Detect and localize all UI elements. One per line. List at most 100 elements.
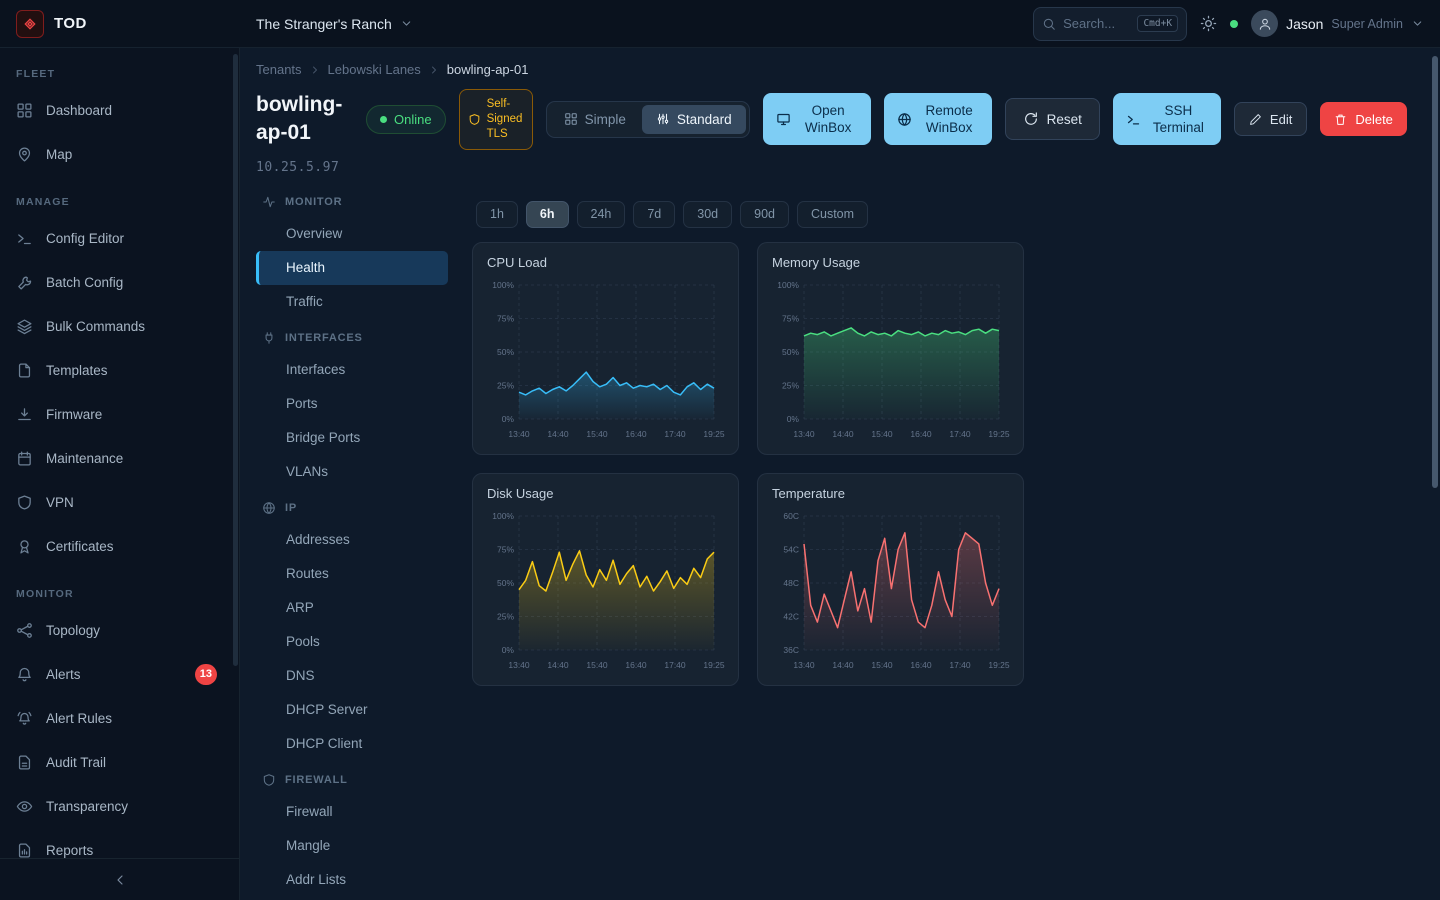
- sidebar-item-certificates[interactable]: Certificates: [0, 524, 239, 568]
- device-nav-dhcp-server[interactable]: DHCP Server: [256, 693, 448, 727]
- section-label: MONITOR: [285, 196, 342, 208]
- sidebar-item-label: VPN: [46, 495, 74, 510]
- user-menu[interactable]: Jason Super Admin: [1251, 10, 1424, 37]
- device-nav-dhcp-client[interactable]: DHCP Client: [256, 727, 448, 761]
- device-nav-section-firewall: FIREWALL: [256, 761, 448, 795]
- sidebar-item-label: Firmware: [46, 407, 102, 422]
- sidebar-item-label: Maintenance: [46, 451, 123, 466]
- remote-winbox-button[interactable]: Remote WinBox: [884, 93, 992, 145]
- sidebar-item-config-editor[interactable]: Config Editor: [0, 216, 239, 260]
- section-label: INTERFACES: [285, 332, 363, 344]
- time-range-custom[interactable]: Custom: [797, 201, 868, 228]
- cpu-load-chart: 100%75%50%25%0%13:4014:4015:4016:4017:40…: [487, 275, 726, 445]
- device-nav-addresses[interactable]: Addresses: [256, 523, 448, 557]
- reset-button[interactable]: Reset: [1005, 98, 1100, 140]
- time-range-6h[interactable]: 6h: [526, 201, 569, 228]
- device-nav-vlans[interactable]: VLANs: [256, 455, 448, 489]
- device-nav-arp[interactable]: ARP: [256, 591, 448, 625]
- sidebar-item-templates[interactable]: Templates: [0, 348, 239, 392]
- time-range-1h[interactable]: 1h: [476, 201, 518, 228]
- memory-usage-chart: 100%75%50%25%0%13:4014:4015:4016:4017:40…: [772, 275, 1011, 445]
- calendar-icon: [16, 450, 33, 467]
- ssh-terminal-button[interactable]: SSH Terminal: [1113, 93, 1221, 145]
- chart-card-disk-usage: Disk Usage 100%75%50%25%0%13:4014:4015:4…: [472, 473, 739, 686]
- time-range-7d[interactable]: 7d: [633, 201, 675, 228]
- main-content: Tenants Lebowski Lanes bowling-ap-01 bow…: [240, 48, 1440, 900]
- sliders-icon: [656, 112, 670, 126]
- sidebar-item-topology[interactable]: Topology: [0, 608, 239, 652]
- device-name: bowling-ap-01: [256, 91, 353, 148]
- connection-status-dot: [1230, 20, 1238, 28]
- sidebar-item-transparency[interactable]: Transparency: [0, 784, 239, 828]
- main-scrollbar[interactable]: [1432, 56, 1438, 488]
- breadcrumb-tenants[interactable]: Tenants: [256, 62, 302, 77]
- device-nav-traffic[interactable]: Traffic: [256, 285, 448, 319]
- sidebar-item-audit-trail[interactable]: Audit Trail: [0, 740, 239, 784]
- sidebar-item-label: Transparency: [46, 799, 128, 814]
- svg-text:15:40: 15:40: [586, 660, 608, 670]
- sidebar-item-firmware[interactable]: Firmware: [0, 392, 239, 436]
- sidebar-item-vpn[interactable]: VPN: [0, 480, 239, 524]
- svg-text:19:25: 19:25: [703, 660, 725, 670]
- device-nav-interfaces[interactable]: Interfaces: [256, 353, 448, 387]
- svg-text:19:25: 19:25: [703, 429, 725, 439]
- chart-title: Disk Usage: [487, 486, 724, 501]
- svg-text:14:40: 14:40: [832, 660, 854, 670]
- open-winbox-button[interactable]: Open WinBox: [763, 93, 871, 145]
- device-nav-firewall[interactable]: Firewall: [256, 795, 448, 829]
- report-icon: [16, 842, 33, 859]
- device-nav-ports[interactable]: Ports: [256, 387, 448, 421]
- device-nav-dns[interactable]: DNS: [256, 659, 448, 693]
- svg-text:15:40: 15:40: [586, 429, 608, 439]
- view-mode-simple[interactable]: Simple: [550, 105, 640, 134]
- tenant-selector[interactable]: The Stranger's Ranch: [256, 16, 413, 32]
- view-mode-toggle: Simple Standard: [546, 101, 750, 138]
- svg-text:75%: 75%: [782, 313, 799, 323]
- device-nav-bridge-ports[interactable]: Bridge Ports: [256, 421, 448, 455]
- svg-text:13:40: 13:40: [793, 429, 815, 439]
- sidebar-item-label: Map: [46, 147, 72, 162]
- chart-card-temperature: Temperature 60C54C48C42C36C13:4014:4015:…: [757, 473, 1024, 686]
- temperature-chart: 60C54C48C42C36C13:4014:4015:4016:4017:40…: [772, 506, 1011, 676]
- edit-button[interactable]: Edit: [1234, 102, 1307, 136]
- device-nav-health[interactable]: Health: [256, 251, 448, 285]
- button-label: Open WinBox: [799, 102, 857, 137]
- search-input[interactable]: [1063, 16, 1130, 31]
- svg-text:19:25: 19:25: [988, 660, 1010, 670]
- app-name: TOD: [54, 15, 87, 32]
- time-range-24h[interactable]: 24h: [577, 201, 626, 228]
- sidebar-item-bulk-commands[interactable]: Bulk Commands: [0, 304, 239, 348]
- map-pin-icon: [16, 146, 33, 163]
- topbar: TOD The Stranger's Ranch Cmd+K Jason Sup…: [0, 0, 1440, 48]
- svg-text:14:40: 14:40: [832, 429, 854, 439]
- device-nav-mangle[interactable]: Mangle: [256, 829, 448, 863]
- sidebar-item-alert-rules[interactable]: Alert Rules: [0, 696, 239, 740]
- time-range-90d[interactable]: 90d: [740, 201, 789, 228]
- button-label: Reset: [1047, 112, 1082, 127]
- sidebar-collapse-button[interactable]: [0, 858, 239, 900]
- sidebar-item-batch-config[interactable]: Batch Config: [0, 260, 239, 304]
- sidebar-item-alerts[interactable]: Alerts13: [0, 652, 239, 696]
- svg-text:17:40: 17:40: [664, 660, 686, 670]
- view-mode-standard[interactable]: Standard: [642, 105, 746, 134]
- sidebar-scrollbar[interactable]: [233, 54, 238, 666]
- status-badge: Online: [366, 105, 446, 134]
- device-nav-addr-lists[interactable]: Addr Lists: [256, 863, 448, 897]
- sidebar-item-map[interactable]: Map: [0, 132, 239, 176]
- device-nav-pools[interactable]: Pools: [256, 625, 448, 659]
- sidebar: FLEET Dashboard Map MANAGE Config Editor…: [0, 48, 240, 900]
- trash-icon: [1334, 113, 1347, 126]
- svg-text:50%: 50%: [497, 347, 514, 357]
- theme-toggle-button[interactable]: [1200, 15, 1217, 32]
- device-nav-routes[interactable]: Routes: [256, 557, 448, 591]
- breadcrumb-tenant-name[interactable]: Lebowski Lanes: [328, 62, 421, 77]
- sidebar-item-maintenance[interactable]: Maintenance: [0, 436, 239, 480]
- delete-button[interactable]: Delete: [1320, 102, 1407, 136]
- svg-text:54C: 54C: [783, 544, 799, 554]
- svg-text:14:40: 14:40: [547, 660, 569, 670]
- sidebar-item-dashboard[interactable]: Dashboard: [0, 88, 239, 132]
- search-box[interactable]: Cmd+K: [1033, 7, 1187, 41]
- device-nav-overview[interactable]: Overview: [256, 217, 448, 251]
- time-range-30d[interactable]: 30d: [683, 201, 732, 228]
- sidebar-item-label: Reports: [46, 843, 93, 858]
